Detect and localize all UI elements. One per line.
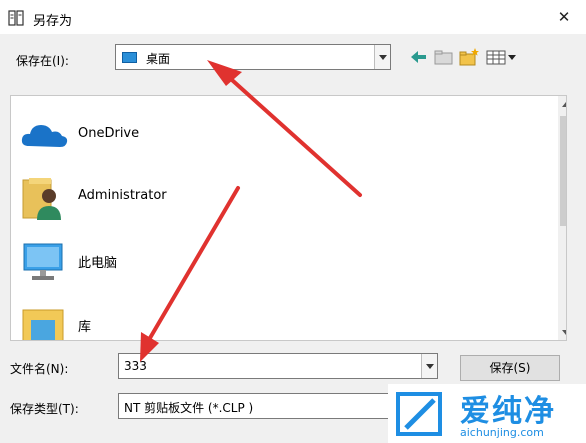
user-folder-icon <box>22 178 61 220</box>
window-title: 另存为 <box>33 14 73 29</box>
watermark-url: aichunjing.com <box>460 426 544 439</box>
filename-dropdown-arrow[interactable] <box>421 354 437 378</box>
filename-input[interactable]: 333 <box>118 353 438 379</box>
filename-label: 文件名(N): <box>10 362 69 376</box>
app-icon <box>8 10 24 26</box>
filetype-label: 保存类型(T): <box>10 402 79 416</box>
filetype-select[interactable]: NT 剪贴板文件 (*.CLP ) <box>118 393 388 419</box>
library-icon <box>22 309 64 340</box>
list-item-label: OneDrive <box>78 126 140 141</box>
watermark-text: 爱纯净 <box>460 394 556 429</box>
list-item-administrator[interactable]: Administrator <box>19 174 219 226</box>
save-in-label: 保存在(I): <box>16 54 69 68</box>
filetype-value: NT 剪贴板文件 (*.CLP ) <box>124 401 254 415</box>
scroll-thumb[interactable] <box>560 116 566 226</box>
desktop-icon <box>122 52 137 63</box>
list-item-library[interactable]: 库 <box>19 302 219 340</box>
title-bar: 另存为 ✕ <box>0 0 586 34</box>
list-item-this-pc[interactable]: 此电脑 <box>19 238 219 290</box>
location-dropdown-arrow[interactable] <box>374 45 390 69</box>
scroll-down-arrow[interactable] <box>558 324 566 340</box>
onedrive-cloud-icon <box>21 125 68 147</box>
location-value: 桌面 <box>146 52 171 66</box>
watermark-logo-icon <box>396 392 442 436</box>
location-combo[interactable]: 桌面 <box>115 44 391 70</box>
back-icon[interactable] <box>408 47 430 67</box>
filename-value: 333 <box>124 359 147 373</box>
close-button[interactable]: ✕ <box>546 3 582 31</box>
list-item-label: Administrator <box>78 188 167 203</box>
vertical-scrollbar[interactable] <box>558 96 566 340</box>
up-folder-icon[interactable] <box>433 47 455 67</box>
list-item-onedrive[interactable]: OneDrive <box>19 112 219 164</box>
this-pc-icon <box>23 243 63 280</box>
view-menu-icon[interactable] <box>485 47 519 67</box>
list-item-label: 库 <box>78 320 92 335</box>
save-button[interactable]: 保存(S) <box>460 355 560 381</box>
file-list[interactable]: OneDrive Administrator 此电脑 库 <box>10 95 567 341</box>
list-item-label: 此电脑 <box>78 256 118 271</box>
scroll-up-arrow[interactable] <box>558 96 566 112</box>
new-folder-icon[interactable] <box>458 47 480 67</box>
watermark: 爱纯净 aichunjing.com <box>388 384 586 443</box>
